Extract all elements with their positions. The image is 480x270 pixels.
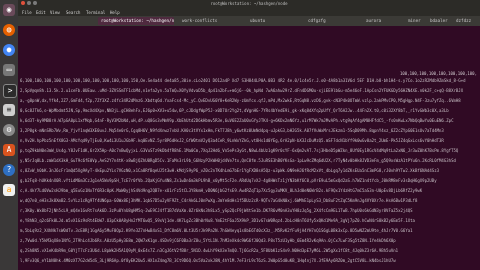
menu-terminal[interactable]: Terminal — [86, 10, 105, 15]
minimize-icon[interactable] — [27, 1, 31, 5]
title-bar: root@Workstation: ~/hashgen/node — [18, 0, 480, 8]
text-editor-icon[interactable]: ≡ — [3, 104, 15, 116]
terminal-line: 2,SpV@qn8h.13.5k.2.u1ceFb.0UEaw..uMd-3ZV… — [20, 88, 464, 93]
terminal-line: a,-g8pnW,dx,Yfk4,2Z7,GmFd4,f2p,7Zf3XZ.z4… — [20, 98, 461, 103]
terminal-line: c,A.4kY7Ld0Vw2sHJ9bm_q5EuGz1NxTf6R3c8pK.… — [20, 188, 423, 193]
terminal-line: g,b2Fq8-hUKk4nX0R.vYtLdM6m3CzJg1eA5Wx9pS… — [20, 178, 437, 183]
amazon-icon[interactable]: a — [3, 184, 15, 196]
terminal-line: 6,100,100,100,100,100,100,100,100,100,10… — [20, 78, 466, 83]
firefox-icon[interactable]: ◍ — [3, 24, 15, 36]
menu-edit[interactable]: Edit — [36, 10, 46, 15]
tab-5[interactable]: aurora — [366, 17, 406, 25]
tab-2[interactable]: work-conflicts — [182, 17, 242, 25]
terminal-line: q,2Sh8N5.vX1eK4bR9m_G0YjT7cFz3U6d.L8pWk2… — [20, 248, 399, 253]
terminal-line: r,3K0y.Wx8bF2jNh5cL9_mQ4e1GvRt7sAk6D.3zP… — [20, 208, 413, 213]
menu-help[interactable]: Help — [110, 10, 120, 15]
terminal-header-line: 100,100,100,100,100,100,100,100, — [399, 71, 477, 76]
terminal-line: n,Vv2H.hpPbz5nEfX8G3-AMcYqd9yTjEu0,Kw4L3… — [20, 138, 444, 143]
software-center-icon[interactable]: A — [3, 144, 15, 156]
settings-icon[interactable]: ⚙ — [3, 124, 15, 136]
terminal-icon[interactable]: > — [3, 84, 17, 98]
terminal-line: y,N5rJq8Lb.zmW1dX3kH_GuT9c6fE0Vp,AeS2Y7n… — [20, 158, 456, 163]
close-icon[interactable] — [21, 1, 25, 5]
maximize-icon[interactable] — [33, 1, 37, 5]
terminal-line: p,tqZ9kbN0e3mW_Us4g.Y8JvF1dK,6r2X5Hp-A0c… — [20, 148, 459, 153]
menu-bar: File Edit View Search Terminal Help — [18, 8, 480, 16]
terminal-line: 0,Gc8JTk6,o-WpMbdmt5JN,Sp,9mcXd4Xpv,NN3j… — [20, 108, 449, 113]
menu-search[interactable]: Search — [66, 10, 80, 15]
terminal-line: w,dQ7n0_eH3sJk8XmB2.5vYLz1cRg9Tf4UN6pa-G… — [20, 198, 418, 203]
tab-8[interactable]: dzfdzz — [456, 17, 478, 25]
tab-3[interactable]: ubuntu — [250, 17, 300, 25]
window-title: root@Workstation: ~/hashgen/node — [210, 1, 288, 6]
help-icon[interactable]: ? — [3, 164, 15, 176]
files-icon[interactable]: ▭ — [3, 64, 15, 76]
terminal-line: s,8ZvW_h0bK.3nJ6cFr1mQd5Xg9AyT-4kEpu2YLs… — [20, 168, 440, 173]
menu-file[interactable]: File — [22, 10, 32, 15]
ubuntu-logo-icon[interactable]: ◉ — [3, 4, 15, 16]
terminal-output[interactable]: 100,100,100,100,100,100,100,100, 6,100,1… — [18, 26, 480, 270]
tab-bar: root@Workstation: ~/hashgen/node work-co… — [18, 16, 480, 26]
launcher: ◉ ◍ ● ▭ > ≡ ⚙ A ? a — [0, 0, 19, 270]
terminal-line: e,Y8hN3_q2c6Fk0LJd.m5vX1Gz9sRt4EbW7.U3pC… — [20, 218, 415, 223]
terminal-line: z,7Vw0d.Y5kM3qX8e1NfG_2T9hLc4Jb6Rs.A0zU5… — [20, 238, 396, 243]
tab-6[interactable]: miner — [408, 17, 428, 25]
chrome-icon[interactable]: ● — [3, 44, 15, 56]
tab-7[interactable]: bdaaler — [430, 17, 452, 25]
terminal-line: m,5bLq9z2_X4hNk7sW0dTv.3cE8Rj1GgA6y5MuF0… — [20, 228, 413, 233]
terminal-line: l,9Fv3Q6_eY1bN8hk.4M0zXT7G2cW5dS_3Lj9R6A… — [20, 258, 396, 263]
tab-1[interactable]: root@Workstation: ~/hashgen/node — [98, 17, 174, 25]
menu-view[interactable]: View — [50, 10, 60, 15]
tab-4[interactable]: cdfgzfg — [308, 17, 358, 25]
terminal-line: 3,2P8gk-mNnSRb7Wv,Rm_YjvY1nqW3XE0uvJ.Mq5… — [20, 128, 444, 133]
terminal-line: k,6d3T-ky9MB8rA.W7pGA8pL1xfMqb,G4nF-RyV3… — [20, 118, 454, 123]
